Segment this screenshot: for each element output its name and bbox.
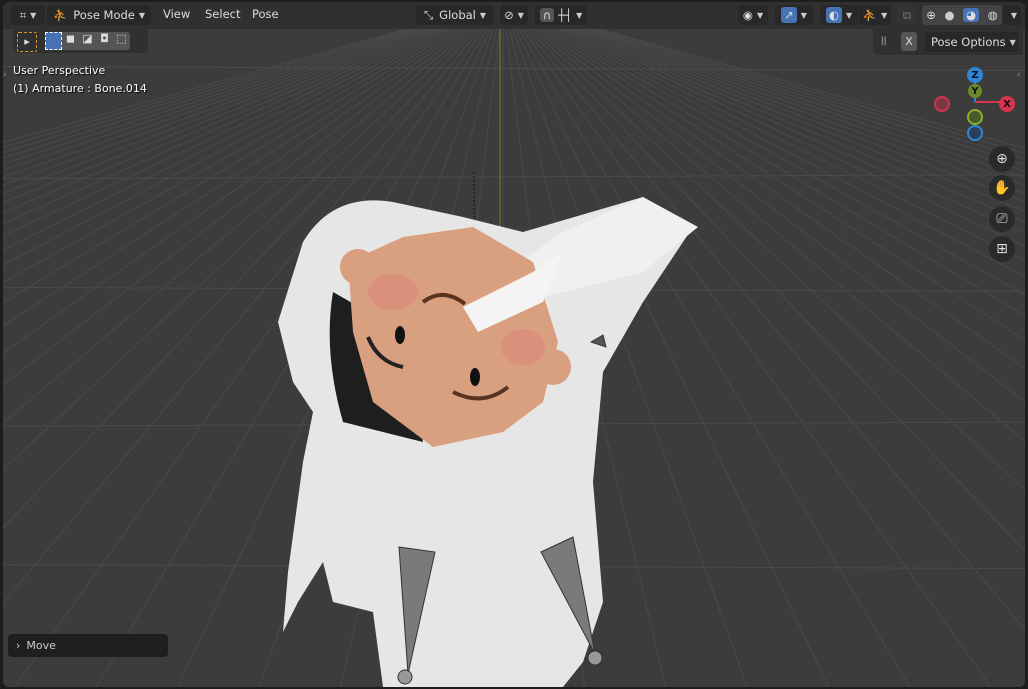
bone-joint bbox=[587, 650, 603, 666]
zoom-icon[interactable]: ⊕ bbox=[989, 146, 1015, 172]
xray-toggle[interactable]: ⧉ bbox=[897, 5, 917, 25]
chevron-down-icon: ▼ bbox=[1010, 10, 1018, 20]
select-subtract-icon[interactable]: ◪ bbox=[79, 32, 96, 50]
magnet-icon[interactable]: ∩ bbox=[539, 8, 555, 22]
rendered-shading-icon[interactable]: ◍ bbox=[988, 8, 998, 22]
toolbar-expand-arrow[interactable]: › bbox=[3, 70, 7, 80]
visibility-dropdown[interactable]: ◉ ▼ bbox=[738, 5, 768, 25]
cursor-select-icon[interactable]: ▸ bbox=[17, 32, 37, 52]
bone-overlay-dropdown[interactable]: ⛹ ▼ bbox=[859, 5, 891, 25]
armature-pose-icon: ⛹ bbox=[52, 8, 68, 22]
gizmo-z-axis[interactable]: Z bbox=[967, 67, 983, 83]
gizmo-y-axis[interactable]: Y bbox=[968, 84, 982, 98]
viewport-scene bbox=[3, 2, 1025, 687]
bone-joint bbox=[397, 669, 413, 685]
overlay-toggle[interactable]: ◐ ▼ bbox=[820, 5, 858, 25]
menu-select[interactable]: Select bbox=[205, 7, 240, 21]
select-mode-group: ◼ ◪ ◘ ⬚ bbox=[45, 32, 130, 50]
last-operator-panel[interactable]: › Move bbox=[8, 634, 168, 657]
eye-icon: ◉ bbox=[742, 8, 753, 22]
menu-view[interactable]: View bbox=[163, 7, 190, 21]
grid-line bbox=[3, 174, 1025, 180]
editor-type-button[interactable]: ⌗ ▼ bbox=[11, 5, 45, 25]
eye bbox=[395, 326, 405, 344]
menu-pose[interactable]: Pose bbox=[252, 7, 279, 21]
transform-orientation-dropdown[interactable]: ⤡ Global ▼ bbox=[416, 5, 494, 25]
camera-icon[interactable]: ⎚ bbox=[989, 206, 1015, 232]
cheek-blush bbox=[501, 329, 545, 365]
select-intersect-icon[interactable]: ⬚ bbox=[113, 32, 130, 50]
solid-shading-icon[interactable]: ● bbox=[944, 8, 954, 22]
object-info: (1) Armature : Bone.014 bbox=[13, 82, 147, 95]
armature-icon: ⛹ bbox=[862, 8, 878, 22]
gizmo-toggle[interactable]: ↗ ▼ bbox=[775, 5, 813, 25]
grid-ortho-icon[interactable]: ⊞ bbox=[989, 236, 1015, 262]
eye bbox=[470, 368, 480, 386]
ear-left bbox=[340, 249, 376, 285]
snapping-controls[interactable]: ∩ ┼┤ ▼ bbox=[535, 5, 587, 25]
character-model bbox=[278, 197, 698, 687]
viewport-icon: ⌗ bbox=[19, 7, 27, 22]
xray-icon: ⧉ bbox=[902, 7, 912, 22]
snap-increment-icon[interactable]: ┼┤ bbox=[558, 8, 572, 22]
overlay-icon[interactable]: ◐ bbox=[825, 7, 842, 23]
chevron-right-icon: › bbox=[16, 639, 21, 652]
gizmo-neg-z-axis[interactable] bbox=[967, 125, 983, 141]
material-preview-shading-icon[interactable]: ◕ bbox=[963, 8, 980, 22]
view-name: User Perspective bbox=[13, 64, 106, 77]
gizmo-neg-x-axis[interactable] bbox=[934, 96, 950, 112]
gizmo-x-axis[interactable]: X bbox=[999, 96, 1015, 112]
select-set-icon[interactable] bbox=[45, 32, 62, 50]
shading-options-dropdown[interactable]: ▼ bbox=[1003, 5, 1021, 25]
cheek-blush bbox=[368, 274, 418, 310]
pose-options-dropdown[interactable]: Pose Options ▼ bbox=[925, 32, 1019, 52]
wireframe-shading-icon[interactable]: ⊕ bbox=[926, 8, 936, 22]
x-mirror-icon[interactable]: ⧘⧙ bbox=[881, 34, 886, 49]
shading-modes[interactable]: ⊕ ● ◕ ◍ bbox=[922, 5, 1002, 25]
mirror-x-toggle[interactable]: X bbox=[901, 32, 917, 51]
mode-selector[interactable]: ⛹ Pose Mode ▼ bbox=[47, 5, 151, 25]
gizmo-icon[interactable]: ↗ bbox=[781, 7, 797, 23]
pivot-point-dropdown[interactable]: ⊘ ▼ bbox=[500, 5, 528, 25]
grid-line bbox=[3, 65, 1025, 71]
gizmo-neg-y-axis[interactable] bbox=[967, 109, 983, 125]
select-extend-icon[interactable]: ◼ bbox=[62, 32, 79, 50]
3d-viewport[interactable]: ⌗ ▼ ⛹ Pose Mode ▼ View Select Pose ⤡ Global ▼… bbox=[3, 2, 1025, 687]
select-invert-icon[interactable]: ◘ bbox=[96, 32, 113, 50]
pivot-icon: ⊘ bbox=[504, 8, 514, 22]
hand-pan-icon[interactable]: ✋ bbox=[989, 175, 1015, 201]
orientation-icon: ⤡ bbox=[423, 7, 434, 22]
